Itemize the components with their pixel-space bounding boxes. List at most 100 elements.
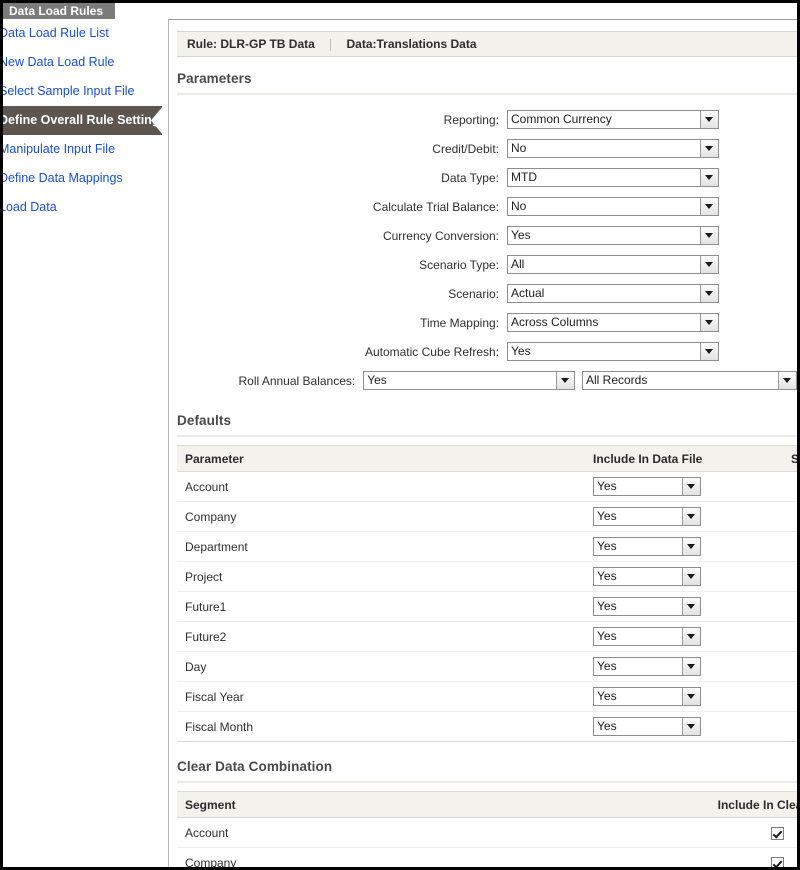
param-select-time-mapping[interactable]: Across Columns: [507, 313, 719, 332]
param-label-data-type: Data Type:: [441, 170, 499, 185]
table-row: Account Yes: [177, 471, 797, 502]
defaults-table-header-row: Parameter Include In Data File Select: [177, 445, 797, 472]
param-row-data-type: Data Type: MTD: [169, 163, 797, 192]
defaults-select-fiscal-year[interactable]: Yes: [593, 687, 701, 706]
clear-data-header-include-in-clear-data: Include In Clear Data: [585, 791, 797, 818]
breadcrumb: Rule: DLR-GP TB Data Data:Translations D…: [177, 31, 797, 57]
param-select-currency-conversion[interactable]: Yes: [507, 226, 719, 245]
table-row: Department Yes: [177, 531, 797, 562]
table-row: Company: [177, 847, 797, 867]
defaults-select-wrap: Yes: [593, 627, 701, 646]
param-row-reporting: Reporting: Common Currency: [169, 105, 797, 134]
sidebar-item-select-sample-input-file[interactable]: Select Sample Input File: [3, 77, 168, 106]
breadcrumb-separator: [330, 39, 332, 52]
sidebar-item-new-data-load-rule[interactable]: New Data Load Rule: [3, 48, 168, 77]
tab-strip: Data Load Rules: [3, 3, 797, 20]
param-select-scenario[interactable]: Actual: [507, 284, 719, 303]
defaults-select-fiscal-month[interactable]: Yes: [593, 717, 701, 736]
sidebar-navigation: Data Load Rule List New Data Load Rule S…: [3, 19, 169, 867]
defaults-row-select-cell: [783, 531, 797, 562]
param-label-scenario: Scenario:: [448, 286, 499, 301]
param-label-time-mapping: Time Mapping:: [420, 315, 499, 330]
clear-data-header-segment: Segment: [177, 791, 585, 818]
clear-data-checkbox-company[interactable]: [770, 856, 784, 867]
param-select-credit-debit[interactable]: No: [507, 139, 719, 158]
param-select-reporting[interactable]: Common Currency: [507, 110, 719, 129]
param-label-reporting: Reporting:: [443, 112, 499, 127]
defaults-header-select: Select: [783, 445, 797, 472]
param-select-data-type[interactable]: MTD: [507, 168, 719, 187]
sidebar-item-data-load-rule-list[interactable]: Data Load Rule List: [3, 19, 168, 48]
param-label-credit-debit: Credit/Debit:: [432, 141, 499, 156]
main-content: Rule: DLR-GP TB Data Data:Translations D…: [169, 20, 797, 867]
defaults-select-wrap: Yes: [593, 477, 701, 496]
param-row-automatic-cube-refresh: Automatic Cube Refresh: Yes: [169, 337, 797, 366]
clear-data-row-name: Account: [177, 817, 585, 848]
sidebar-item-label: Load Data: [3, 200, 57, 214]
sidebar-item-load-data[interactable]: Load Data: [3, 193, 168, 222]
defaults-row-select-cell: [783, 711, 797, 742]
table-row: Company Yes: [177, 501, 797, 532]
sidebar-item-label: Define Data Mappings: [3, 171, 123, 185]
defaults-row-name: Account: [177, 471, 585, 502]
clear-data-section-divider: [177, 781, 797, 783]
param-select-wrap-time-mapping: Across Columns: [507, 313, 719, 332]
defaults-row-select-cell: [783, 591, 797, 622]
tab-data-load-rules[interactable]: Data Load Rules: [3, 3, 116, 19]
param-label-roll-annual-balances: Roll Annual Balances:: [238, 373, 356, 388]
param-select-wrap-reporting: Common Currency: [507, 110, 719, 129]
table-row: Project Yes: [177, 561, 797, 592]
param-select-wrap-credit-debit: No: [507, 139, 719, 158]
defaults-row-select-cell: [783, 621, 797, 652]
defaults-row-select-cell: [783, 681, 797, 712]
defaults-select-day[interactable]: Yes: [593, 657, 701, 676]
defaults-row-name: Future2: [177, 621, 585, 652]
param-row-roll-annual-balances: Roll Annual Balances: Yes All Records: [169, 366, 797, 395]
parameters-section-divider: [177, 93, 797, 95]
defaults-row-name: Future1: [177, 591, 585, 622]
defaults-row-select-cell: [783, 651, 797, 682]
defaults-row-include-cell: Yes: [585, 471, 783, 502]
param-row-currency-conversion: Currency Conversion: Yes: [169, 221, 797, 250]
defaults-select-future1[interactable]: Yes: [593, 597, 701, 616]
clear-data-checkbox-account[interactable]: [770, 826, 784, 840]
sidebar-item-manipulate-input-file[interactable]: Manipulate Input File: [3, 135, 168, 164]
defaults-table: Parameter Include In Data File Select Ac…: [177, 445, 797, 742]
param-select-wrap-automatic-cube-refresh: Yes: [507, 342, 719, 361]
defaults-select-project[interactable]: Yes: [593, 567, 701, 586]
defaults-select-future2[interactable]: Yes: [593, 627, 701, 646]
table-row: Fiscal Month Yes: [177, 711, 797, 742]
sidebar-item-define-overall-rule-settings[interactable]: Define Overall Rule Settings: [3, 106, 168, 135]
defaults-select-department[interactable]: Yes: [593, 537, 701, 556]
sidebar-item-label: Manipulate Input File: [3, 142, 116, 156]
sidebar-item-define-data-mappings[interactable]: Define Data Mappings: [3, 164, 168, 193]
defaults-row-name: Project: [177, 561, 585, 592]
parameters-section-title: Parameters: [177, 71, 252, 86]
defaults-row-include-cell: Yes: [585, 621, 783, 652]
defaults-section-divider: [177, 435, 797, 437]
defaults-row-name: Fiscal Month: [177, 711, 585, 742]
param-select-scenario-type[interactable]: All: [507, 255, 719, 274]
param-select-roll-annual-balances-records[interactable]: All Records: [582, 371, 797, 390]
param-select-wrap-roll-annual-balances: Yes: [363, 371, 576, 390]
defaults-row-name: Department: [177, 531, 585, 562]
clear-data-table-header-row: Segment Include In Clear Data: [177, 791, 797, 818]
defaults-row-include-cell: Yes: [585, 681, 783, 712]
active-indicator-edge: [162, 106, 168, 135]
parameters-form: Reporting: Common Currency Credit/Debit:…: [169, 105, 797, 395]
defaults-select-account[interactable]: Yes: [593, 477, 701, 496]
param-row-credit-debit: Credit/Debit: No: [169, 134, 797, 163]
clear-data-table: Segment Include In Clear Data Account Co…: [177, 791, 797, 867]
param-select-roll-annual-balances[interactable]: Yes: [363, 371, 576, 390]
defaults-row-include-cell: Yes: [585, 651, 783, 682]
param-label-calculate-trial-balance: Calculate Trial Balance:: [372, 199, 499, 214]
defaults-row-name: Fiscal Year: [177, 681, 585, 712]
param-select-calculate-trial-balance[interactable]: No: [507, 197, 719, 216]
param-label-automatic-cube-refresh: Automatic Cube Refresh:: [364, 344, 499, 359]
defaults-row-select-cell: [783, 561, 797, 592]
defaults-select-company[interactable]: Yes: [593, 507, 701, 526]
defaults-header-include-in-data-file: Include In Data File: [585, 445, 783, 472]
param-select-automatic-cube-refresh[interactable]: Yes: [507, 342, 719, 361]
param-label-currency-conversion: Currency Conversion:: [382, 228, 499, 243]
defaults-row-include-cell: Yes: [585, 501, 783, 532]
